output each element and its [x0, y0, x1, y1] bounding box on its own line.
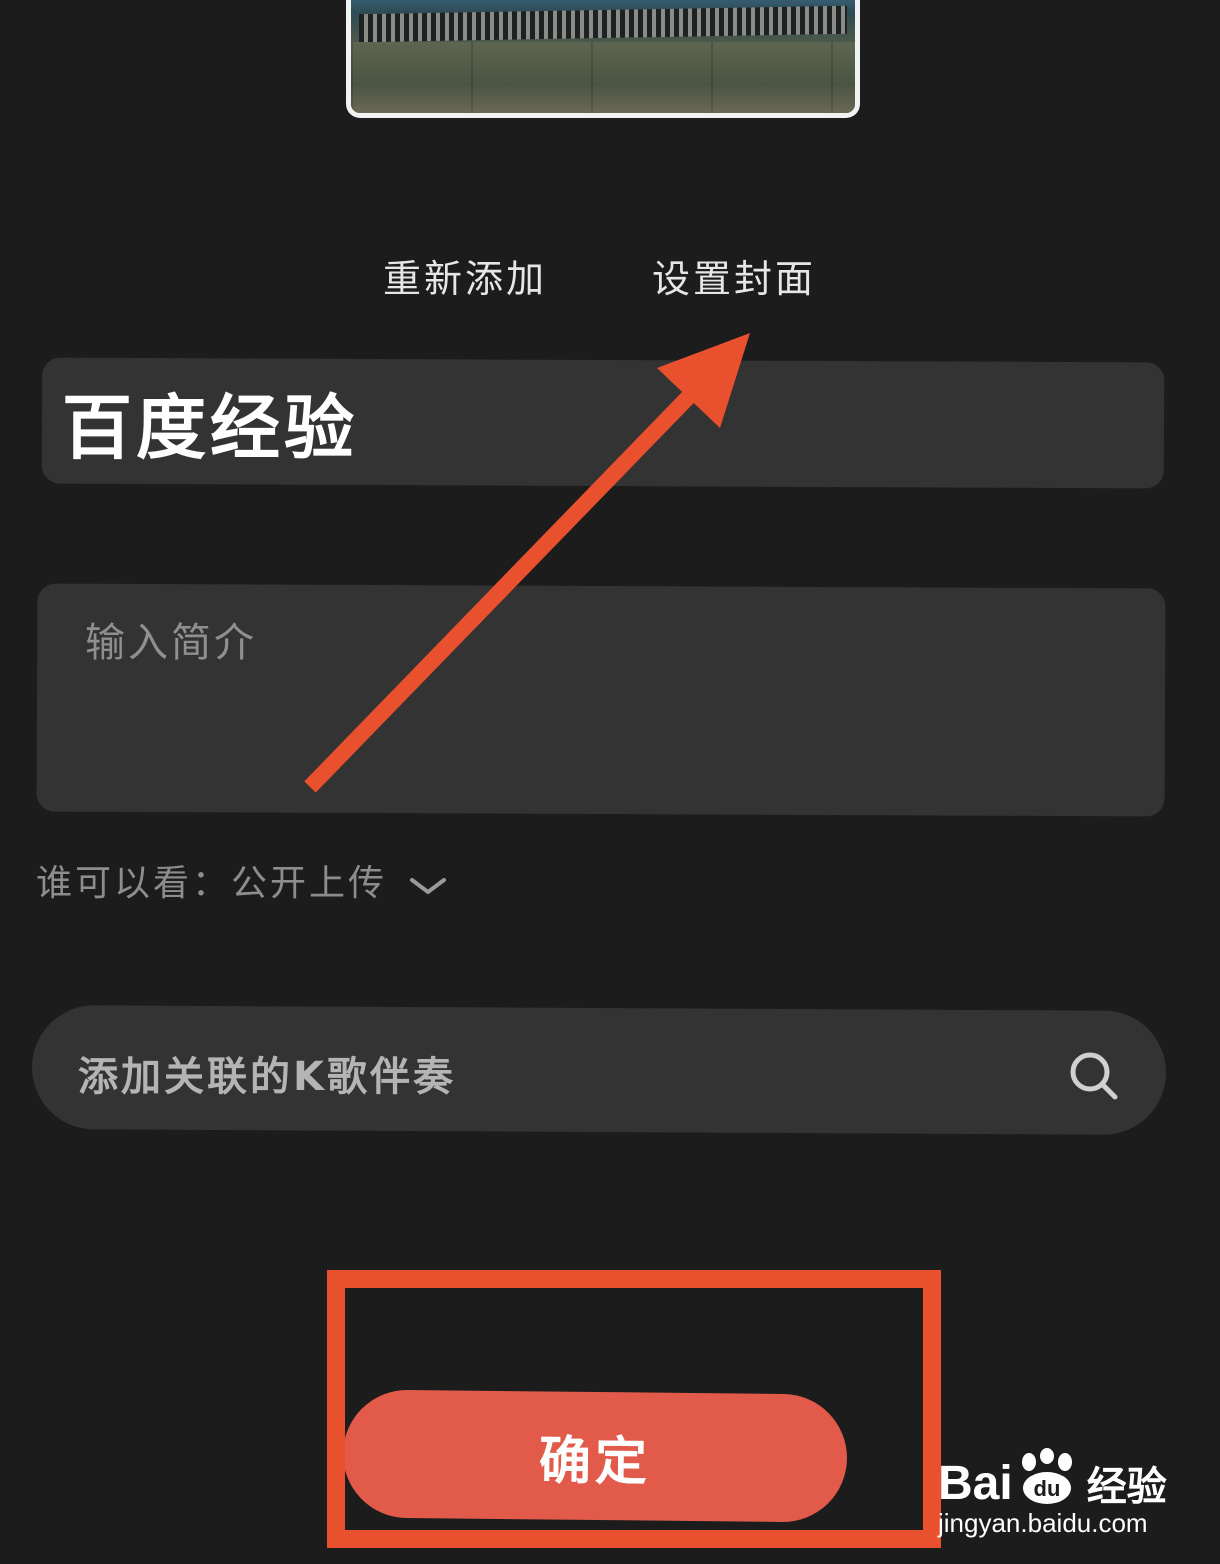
watermark-suffix: 经验: [1086, 1465, 1167, 1509]
svg-text:du: du: [1033, 1476, 1060, 1501]
annotation-arrow: [304, 333, 750, 793]
watermark-prefix: Bai: [938, 1456, 1013, 1510]
watermark-url: jingyan.baidu.com: [938, 1508, 1148, 1538]
